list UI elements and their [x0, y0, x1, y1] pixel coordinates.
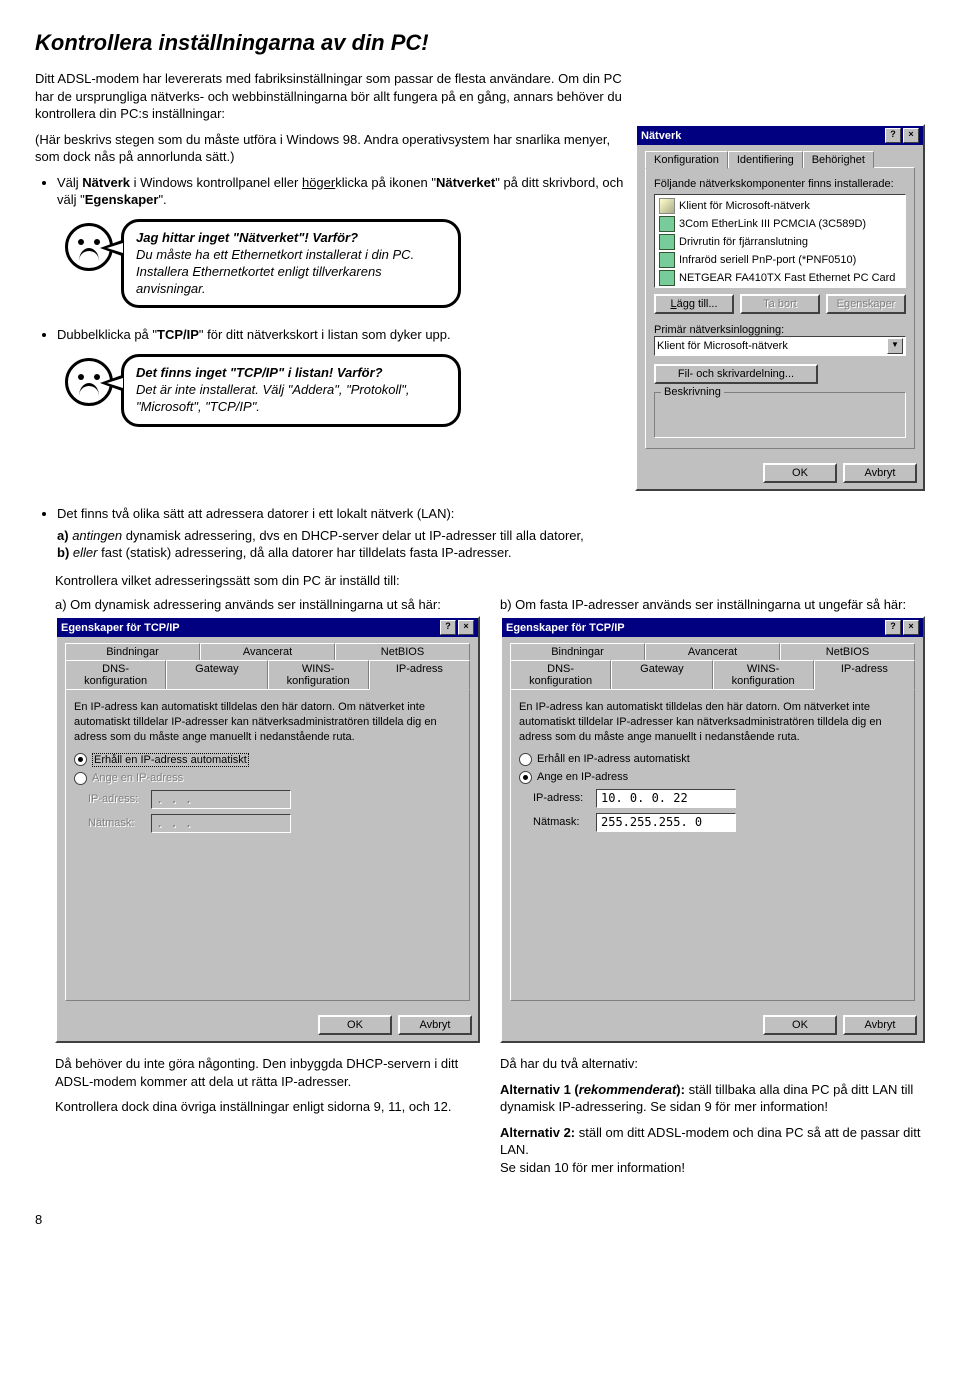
- components-label: Följande nätverkskomponenter finns insta…: [654, 178, 906, 190]
- tcpip-desc: En IP-adress kan automatiskt tilldelas d…: [519, 700, 906, 745]
- tab-gateway[interactable]: Gateway: [166, 660, 267, 689]
- client-icon: [659, 198, 675, 214]
- intro-1: Ditt ADSL-modem har levererats med fabri…: [35, 70, 625, 123]
- nic-icon: [659, 252, 675, 268]
- ip-input: . . .: [151, 790, 291, 809]
- radio-specify-ip[interactable]: Ange en IP-adress: [519, 771, 906, 784]
- check-addressing: Kontrollera vilket adresseringssätt som …: [55, 572, 925, 590]
- col-b-alt2: Alternativ 2: ställ om ditt ADSL-modem o…: [500, 1124, 925, 1177]
- tab-ipadress[interactable]: IP-adress: [369, 660, 470, 690]
- close-icon[interactable]: ×: [903, 128, 919, 143]
- description-group: Beskrivning: [661, 386, 724, 398]
- nic-icon: [659, 216, 675, 232]
- tab-identifiering[interactable]: Identifiering: [728, 151, 803, 168]
- ip-label: IP-adress:: [88, 793, 143, 805]
- tab-behorighet[interactable]: Behörighet: [803, 151, 874, 168]
- tab-dns[interactable]: DNS-konfiguration: [65, 660, 166, 689]
- tip-bubble-2: Det finns inget "TCP/IP" i listan! Varfö…: [121, 354, 461, 427]
- col-a-bottom-1: Då behöver du inte göra någonting. Den i…: [55, 1055, 480, 1090]
- bullet-1: Välj Nätverk i Windows kontrollpanel ell…: [57, 174, 625, 209]
- ip-label: IP-adress:: [533, 792, 588, 804]
- help-icon[interactable]: ?: [440, 620, 456, 635]
- page-number: 8: [35, 1212, 925, 1227]
- dialog-natverk: Nätverk ? × Konfiguration Identifiering …: [635, 124, 925, 491]
- dialog-title: Egenskaper för TCP/IP: [61, 622, 180, 634]
- ok-button[interactable]: OK: [763, 463, 837, 483]
- remove-button: Ta bort: [740, 294, 820, 314]
- tcpip-desc: En IP-adress kan automatiskt tilldelas d…: [74, 700, 461, 745]
- nic-icon: [659, 234, 675, 250]
- tab-netbios[interactable]: NetBIOS: [335, 643, 470, 660]
- radio-auto-ip[interactable]: Erhåll en IP-adress automatiskt: [74, 753, 461, 767]
- dialog-title: Egenskaper för TCP/IP: [506, 622, 625, 634]
- close-icon[interactable]: ×: [903, 620, 919, 635]
- nic-icon: [659, 270, 675, 286]
- dialog-tcpip-b: Egenskaper för TCP/IP ? × Bindningar Ava…: [500, 616, 925, 1043]
- tab-wins[interactable]: WINS-konfiguration: [713, 660, 814, 689]
- ip-input[interactable]: 10. 0. 0. 22: [596, 789, 736, 808]
- file-print-share-button[interactable]: Fil- och skrivardelning...: [654, 364, 818, 384]
- tab-ipadress[interactable]: IP-adress: [814, 660, 915, 690]
- ok-button[interactable]: OK: [318, 1015, 392, 1035]
- tab-avancerat[interactable]: Avancerat: [645, 643, 780, 660]
- col-a-title: a) Om dynamisk adressering används ser i…: [55, 597, 480, 612]
- radio-specify-ip[interactable]: Ange en IP-adress: [74, 772, 461, 785]
- mask-input: . . .: [151, 814, 291, 833]
- col-b-title: b) Om fasta IP-adresser används ser inst…: [500, 597, 925, 612]
- properties-button: Egenskaper: [826, 294, 906, 314]
- tab-bindningar[interactable]: Bindningar: [510, 643, 645, 660]
- cancel-button[interactable]: Avbryt: [843, 463, 917, 483]
- mask-label: Nätmask:: [88, 817, 143, 829]
- col-b-alt1: Alternativ 1 (rekommenderat): ställ till…: [500, 1081, 925, 1116]
- bullet-lan: Det finns två olika sätt att adressera d…: [57, 505, 925, 562]
- tab-netbios[interactable]: NetBIOS: [780, 643, 915, 660]
- primary-login-label: Primär nätverksinloggning:: [654, 324, 906, 336]
- mask-input[interactable]: 255.255.255. 0: [596, 813, 736, 832]
- tab-bindningar[interactable]: Bindningar: [65, 643, 200, 660]
- chevron-down-icon[interactable]: ▼: [887, 338, 903, 354]
- col-b-bottom-intro: Då har du två alternativ:: [500, 1055, 925, 1073]
- tab-wins[interactable]: WINS-konfiguration: [268, 660, 369, 689]
- tab-konfiguration[interactable]: Konfiguration: [645, 151, 728, 169]
- page-title: Kontrollera inställningarna av din PC!: [35, 30, 925, 56]
- help-icon[interactable]: ?: [885, 620, 901, 635]
- radio-auto-ip[interactable]: Erhåll en IP-adress automatiskt: [519, 753, 906, 766]
- ok-button[interactable]: OK: [763, 1015, 837, 1035]
- tip-bubble-1: Jag hittar inget "Nätverket"! Varför? Du…: [121, 219, 461, 309]
- dialog-tcpip-a: Egenskaper för TCP/IP ? × Bindningar Ava…: [55, 616, 480, 1043]
- bullet-2: Dubbelklicka på "TCP/IP" för ditt nätver…: [57, 326, 625, 344]
- intro-2: (Här beskrivs stegen som du måste utföra…: [35, 131, 625, 166]
- tab-avancerat[interactable]: Avancerat: [200, 643, 335, 660]
- help-icon[interactable]: ?: [885, 128, 901, 143]
- tab-gateway[interactable]: Gateway: [611, 660, 712, 689]
- close-icon[interactable]: ×: [458, 620, 474, 635]
- cancel-button[interactable]: Avbryt: [843, 1015, 917, 1035]
- dialog-title: Nätverk: [641, 130, 681, 142]
- add-button[interactable]: LLägg till...ägg till...: [654, 294, 734, 314]
- cancel-button[interactable]: Avbryt: [398, 1015, 472, 1035]
- col-a-bottom-2: Kontrollera dock dina övriga inställning…: [55, 1098, 480, 1116]
- tab-dns[interactable]: DNS-konfiguration: [510, 660, 611, 689]
- components-listbox[interactable]: Klient för Microsoft-nätverk 3Com EtherL…: [654, 194, 906, 288]
- primary-login-combo[interactable]: Klient för Microsoft-nätverk ▼: [654, 336, 906, 356]
- mask-label: Nätmask:: [533, 816, 588, 828]
